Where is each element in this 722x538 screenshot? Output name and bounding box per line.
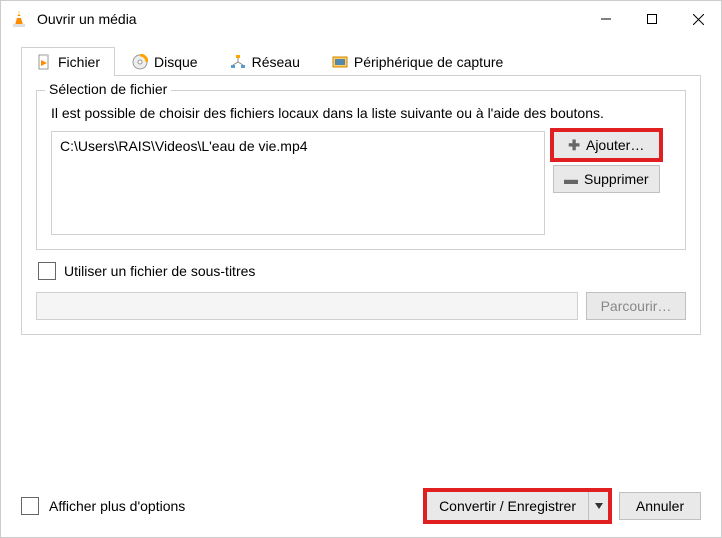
file-list[interactable]: C:\Users\RAIS\Videos\L'eau de vie.mp4 (51, 131, 545, 235)
disc-icon (132, 54, 148, 70)
close-icon (693, 14, 704, 25)
chevron-down-icon (595, 503, 603, 509)
cancel-button-label: Annuler (636, 498, 684, 514)
window-title: Ouvrir un média (37, 11, 137, 27)
browse-subtitle-button: Parcourir… (586, 292, 686, 320)
tab-content: Sélection de fichier Il est possible de … (21, 75, 701, 335)
file-icon (36, 54, 52, 70)
remove-button[interactable]: ▬ Supprimer (553, 165, 660, 193)
close-button[interactable] (675, 1, 721, 37)
maximize-button[interactable] (629, 1, 675, 37)
tab-strip: Fichier Disque Réseau Périphérique de ca… (1, 37, 721, 76)
file-action-buttons: ✚ Ajouter… ▬ Supprimer (553, 131, 660, 235)
show-more-label: Afficher plus d'options (49, 498, 185, 514)
remove-button-label: Supprimer (584, 171, 649, 187)
tab-network-label: Réseau (252, 54, 300, 70)
subtitle-checkbox[interactable] (38, 262, 56, 280)
minimize-icon (601, 14, 611, 24)
plus-icon: ✚ (568, 137, 580, 154)
file-list-item[interactable]: C:\Users\RAIS\Videos\L'eau de vie.mp4 (60, 138, 536, 154)
tab-capture[interactable]: Périphérique de capture (317, 47, 518, 76)
convert-save-dropdown[interactable] (588, 492, 608, 520)
file-selection-title: Sélection de fichier (45, 81, 171, 97)
tab-file-label: Fichier (58, 54, 100, 70)
subtitle-path-row: Parcourir… (36, 292, 686, 320)
tab-file[interactable]: Fichier (21, 47, 115, 76)
add-button-label: Ajouter… (586, 137, 644, 153)
subtitle-checkbox-row: Utiliser un fichier de sous-titres (38, 262, 686, 280)
show-more-checkbox[interactable] (21, 497, 39, 515)
file-selection-hint: Il est possible de choisir des fichiers … (51, 105, 671, 121)
minimize-button[interactable] (583, 1, 629, 37)
convert-save-label[interactable]: Convertir / Enregistrer (427, 492, 588, 520)
title-bar: Ouvrir un média (1, 1, 721, 37)
network-icon (230, 54, 246, 70)
capture-icon (332, 54, 348, 70)
minus-icon: ▬ (564, 171, 578, 187)
add-button[interactable]: ✚ Ajouter… (553, 131, 660, 159)
convert-save-button[interactable]: Convertir / Enregistrer (426, 491, 609, 521)
tab-disc[interactable]: Disque (117, 47, 213, 76)
browse-subtitle-label: Parcourir… (601, 298, 672, 314)
maximize-icon (647, 14, 657, 24)
vlc-cone-icon (9, 9, 29, 29)
file-selection-group: Sélection de fichier Il est possible de … (36, 90, 686, 250)
footer-bar: Afficher plus d'options Convertir / Enre… (1, 481, 721, 537)
tab-disc-label: Disque (154, 54, 198, 70)
tab-network[interactable]: Réseau (215, 47, 315, 76)
tab-capture-label: Périphérique de capture (354, 54, 503, 70)
subtitle-path-input (36, 292, 578, 320)
window-controls (583, 1, 721, 37)
subtitle-checkbox-label: Utiliser un fichier de sous-titres (64, 263, 255, 279)
cancel-button[interactable]: Annuler (619, 492, 701, 520)
